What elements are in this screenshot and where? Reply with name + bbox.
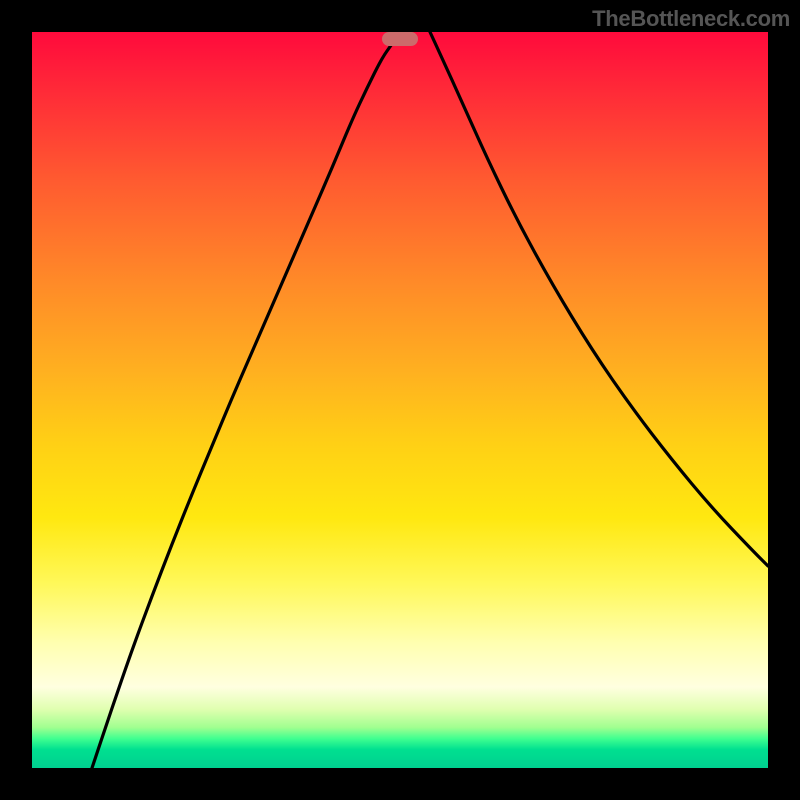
chart-frame: TheBottleneck.com — [0, 0, 800, 800]
plot-area — [32, 32, 768, 768]
right-curve — [430, 32, 768, 566]
curve-layer — [32, 32, 768, 768]
watermark-text: TheBottleneck.com — [592, 6, 790, 32]
left-curve — [92, 32, 400, 768]
bottleneck-marker — [382, 32, 418, 46]
